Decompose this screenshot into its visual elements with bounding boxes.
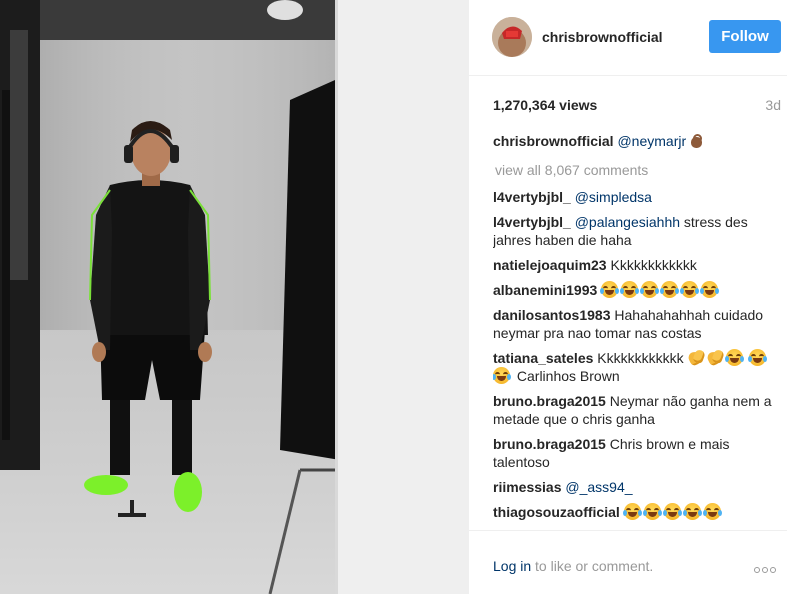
- instagram-post: chrisbrownofficial Follow 1,270,364 view…: [0, 0, 787, 594]
- comment-user[interactable]: bruno.braga2015: [493, 436, 606, 452]
- avatar[interactable]: [492, 17, 532, 57]
- login-prompt-text: to like or comment.: [531, 558, 654, 574]
- login-prompt: Log in to like or comment.: [493, 558, 653, 574]
- list-item: danilosantos1983 Hahahahahhah cuidado ne…: [493, 306, 781, 342]
- list-item: thiagosouzaofficial: [493, 503, 781, 521]
- comment-user[interactable]: l4vertybjbl_: [493, 189, 571, 205]
- post-sidebar: chrisbrownofficial Follow 1,270,364 view…: [468, 0, 787, 594]
- tears-of-joy-icon: [620, 281, 640, 298]
- comment-user[interactable]: riimessias: [493, 479, 562, 495]
- list-item: riimessias @_ass94_: [493, 478, 781, 496]
- caption-mention[interactable]: @neymarjr: [617, 133, 686, 149]
- list-item: bruno.braga2015 Chris brown e mais talen…: [493, 435, 781, 471]
- list-item: tatiana_sateles Kkkkkkkkkkkk Carlinhos B…: [493, 349, 781, 385]
- video-frame[interactable]: [0, 0, 468, 594]
- comment-mention[interactable]: @palangesiahhh: [575, 214, 680, 230]
- caption: chrisbrownofficial @neymarjr: [493, 132, 781, 150]
- header-username[interactable]: chrisbrownofficial: [542, 29, 663, 45]
- login-link[interactable]: Log in: [493, 558, 531, 574]
- tears-of-joy-icon: [724, 349, 744, 366]
- tears-of-joy-icon: [660, 281, 680, 298]
- list-item: bruno.braga2015 Neymar não ganha nem a m…: [493, 392, 781, 428]
- list-item: l4vertybjbl_ @palangesiahhh stress des j…: [493, 213, 781, 249]
- comment-user[interactable]: bruno.braga2015: [493, 393, 606, 409]
- comment-text: Kkkkkkkkkkkk: [597, 350, 684, 366]
- comment-user[interactable]: danilosantos1983: [493, 307, 611, 323]
- more-options-icon[interactable]: [754, 560, 780, 573]
- tears-of-joy-icon: [493, 367, 511, 384]
- view-count: 1,270,364 views: [493, 97, 598, 113]
- list-item: l4vertybjbl_ @simpledsa: [493, 188, 781, 206]
- tears-of-joy-icon: [640, 281, 660, 298]
- clapping-hands-icon: [688, 349, 705, 366]
- view-all-comments-link[interactable]: view all 8,067 comments: [495, 161, 781, 179]
- tears-of-joy-icon: [622, 503, 642, 520]
- post-stats: 1,270,364 views 3d: [493, 97, 781, 115]
- video-player[interactable]: [0, 0, 468, 594]
- comment-mention[interactable]: @simpledsa: [575, 189, 652, 205]
- comment-user[interactable]: natielejoaquim23: [493, 257, 607, 273]
- follow-button[interactable]: Follow: [709, 20, 781, 53]
- comment-text: Kkkkkkkkkkkk: [610, 257, 697, 273]
- ok-hand-icon: [690, 133, 704, 149]
- tears-of-joy-icon: [700, 281, 720, 298]
- list-item: natielejoaquim23 Kkkkkkkkkkkk: [493, 256, 781, 274]
- tears-of-joy-icon: [682, 503, 702, 520]
- comment-list[interactable]: chrisbrownofficial @neymarjr view all 8,…: [493, 132, 781, 529]
- comment-user[interactable]: albanemini1993: [493, 282, 597, 298]
- comment-user[interactable]: l4vertybjbl_: [493, 214, 571, 230]
- caption-user[interactable]: chrisbrownofficial: [493, 133, 614, 149]
- comment-mention[interactable]: @_ass94_: [565, 479, 632, 495]
- tears-of-joy-icon: [662, 503, 682, 520]
- tears-of-joy-icon: [600, 281, 620, 298]
- comment-text-2: Carlinhos Brown: [516, 368, 620, 384]
- tears-of-joy-icon: [702, 503, 722, 520]
- comment-user[interactable]: tatiana_sateles: [493, 350, 593, 366]
- list-item: albanemini1993: [493, 281, 781, 299]
- tears-of-joy-icon: [680, 281, 700, 298]
- tears-of-joy-icon: [642, 503, 662, 520]
- clapping-hands-icon: [707, 349, 724, 366]
- post-header: chrisbrownofficial Follow: [469, 0, 787, 76]
- tears-of-joy-icon: [748, 349, 768, 366]
- post-footer: Log in to like or comment.: [469, 530, 787, 594]
- comment-user[interactable]: thiagosouzaofficial: [493, 504, 620, 520]
- post-age[interactable]: 3d: [765, 97, 781, 113]
